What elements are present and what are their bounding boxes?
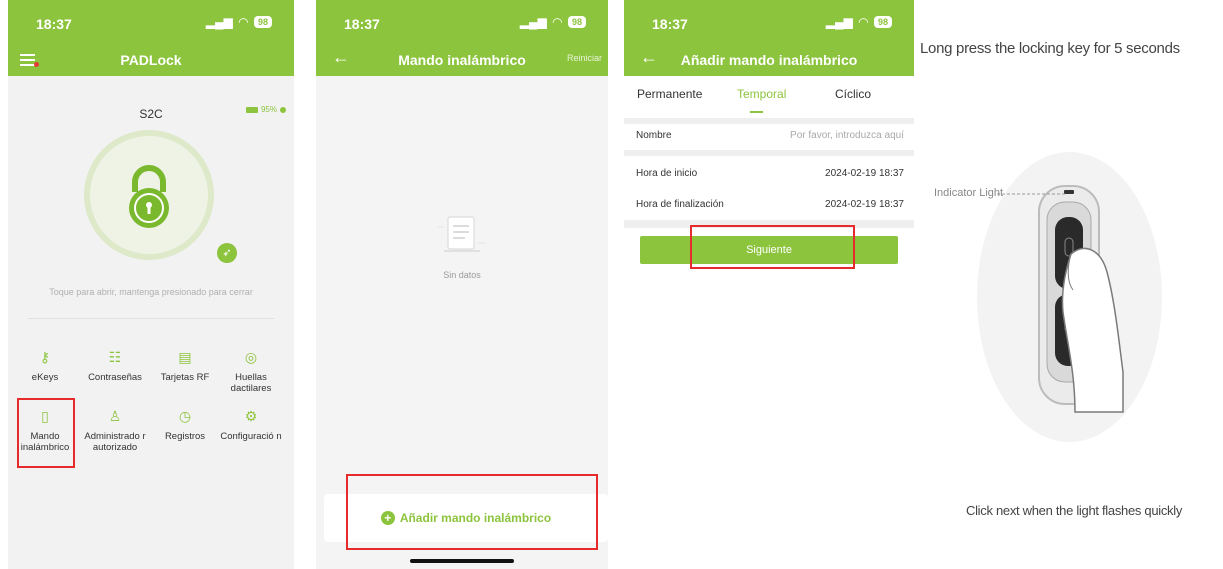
padlock-icon	[129, 165, 169, 228]
wifi-icon: ◠	[552, 15, 562, 29]
home-screen: 18:37 ▂▄▆ ◠ 98 PADLock S2C 95% ➶ Toque p…	[8, 0, 294, 569]
device-battery: 95%	[245, 105, 286, 114]
start-time-field[interactable]: Hora de inicio 2024-02-19 18:37	[624, 158, 914, 188]
status-icons: ▂▄▆ ◠ 98	[206, 15, 272, 29]
wireless-remote-screen: 18:37 ▂▄▆ ◠ 98 ← Mando inalámbrico Reini…	[316, 0, 608, 569]
menu-ekeys[interactable]: ⚷ eKeys	[12, 348, 78, 383]
indicator-pointer-line	[997, 193, 1065, 195]
signal-icon: ▂▄▆	[519, 15, 547, 29]
app-title: PADLock	[120, 52, 182, 68]
home-indicator	[410, 559, 514, 563]
tab-permanent[interactable]: Permanente	[637, 87, 702, 101]
menu-label: Administrado r autorizado	[84, 431, 146, 453]
end-time-value[interactable]: 2024-02-19 18:37	[825, 199, 904, 210]
tab-cyclic[interactable]: Cíclico	[835, 87, 871, 101]
instruction-top-text: Long press the locking key for 5 seconds	[920, 40, 1180, 57]
menu-records[interactable]: ◷ Registros	[152, 407, 218, 442]
highlight-box	[690, 225, 855, 269]
gear-icon: ⚙	[244, 408, 258, 424]
battery-icon: 98	[873, 16, 892, 28]
menu-label: Tarjetas RF	[160, 372, 210, 383]
name-input[interactable]: Por favor, introduzca aquí	[790, 130, 904, 141]
lock-hint: Toque para abrir, mantenga presionado pa…	[49, 287, 253, 297]
divider	[624, 150, 914, 156]
restart-button[interactable]: Reiniciar	[567, 53, 602, 63]
add-remote-screen: 18:37 ▂▄▆ ◠ 98 ← Añadir mando inalámbric…	[624, 0, 914, 569]
menu-label: Contraseñas	[88, 372, 142, 383]
fingerprint-icon: ◎	[244, 349, 258, 365]
highlight-box	[346, 474, 598, 550]
signal-icon: ▂▄▆	[825, 15, 853, 29]
history-icon: ◷	[178, 408, 192, 424]
online-dot	[280, 106, 286, 113]
indicator-light-label: Indicator Light	[934, 187, 1004, 199]
remote-badge-icon[interactable]: ➶	[217, 243, 237, 263]
top-bar: 18:37 ▂▄▆ ◠ 98 ← Mando inalámbrico Reini…	[316, 0, 608, 76]
menu-rf-cards[interactable]: ▤ Tarjetas RF	[152, 348, 218, 383]
divider	[28, 318, 274, 319]
status-time: 18:37	[652, 16, 688, 32]
name-label: Nombre	[636, 130, 672, 141]
type-tabs: Permanente Temporal Cíclico	[624, 76, 914, 118]
battery-icon: 98	[567, 16, 586, 28]
rf-card-icon: ▤	[178, 349, 192, 365]
status-icons: ▂▄▆ ◠ 98	[826, 15, 892, 29]
empty-state-text: Sin datos	[443, 270, 481, 280]
menu-label: Huellas dactilares	[230, 372, 272, 394]
menu-label: Registros	[164, 431, 206, 442]
end-time-field[interactable]: Hora de finalización 2024-02-19 18:37	[624, 189, 914, 219]
status-time: 18:37	[344, 16, 380, 32]
password-icon: ☷	[108, 349, 122, 365]
empty-document-icon	[438, 216, 486, 252]
menu-passwords[interactable]: ☷ Contraseñas	[82, 348, 148, 383]
highlight-box	[17, 398, 75, 468]
active-tab-indicator	[750, 111, 763, 113]
top-bar: 18:37 ▂▄▆ ◠ 98 PADLock	[8, 0, 294, 76]
signal-icon: ▂▄▆	[205, 15, 233, 29]
key-icon: ⚷	[39, 349, 51, 365]
wifi-icon: ◠	[238, 15, 248, 29]
start-time-label: Hora de inicio	[636, 168, 698, 179]
name-field[interactable]: Nombre Por favor, introduzca aquí	[624, 120, 914, 150]
instruction-bottom-text: Click next when the light flashes quickl…	[966, 503, 1183, 518]
instruction-panel: Long press the locking key for 5 seconds…	[920, 0, 1223, 569]
top-bar: 18:37 ▂▄▆ ◠ 98 ← Añadir mando inalámbric…	[624, 0, 914, 76]
wifi-icon: ◠	[858, 15, 868, 29]
tab-temporary[interactable]: Temporal	[737, 87, 786, 101]
menu-fingerprints[interactable]: ◎ Huellas dactilares	[218, 348, 284, 394]
remote-press-illustration	[1038, 185, 1124, 413]
screen-title: Añadir mando inalámbrico	[680, 52, 858, 68]
menu-authorized-admin[interactable]: ♙ Administrado r autorizado	[82, 407, 148, 453]
screen-title: Mando inalámbrico	[398, 52, 526, 68]
status-time: 18:37	[36, 16, 72, 32]
end-time-label: Hora de finalización	[636, 199, 724, 210]
lock-button[interactable]	[84, 130, 214, 260]
battery-percentage: 95%	[260, 105, 277, 114]
menu-label: eKeys	[31, 372, 59, 383]
status-icons: ▂▄▆ ◠ 98	[520, 15, 586, 29]
menu-settings[interactable]: ⚙ Configuració n	[218, 407, 284, 442]
battery-icon	[245, 106, 258, 113]
start-time-value[interactable]: 2024-02-19 18:37	[825, 168, 904, 179]
admin-icon: ♙	[108, 408, 122, 424]
battery-icon: 98	[253, 16, 272, 28]
menu-label: Configuració n	[220, 431, 282, 442]
